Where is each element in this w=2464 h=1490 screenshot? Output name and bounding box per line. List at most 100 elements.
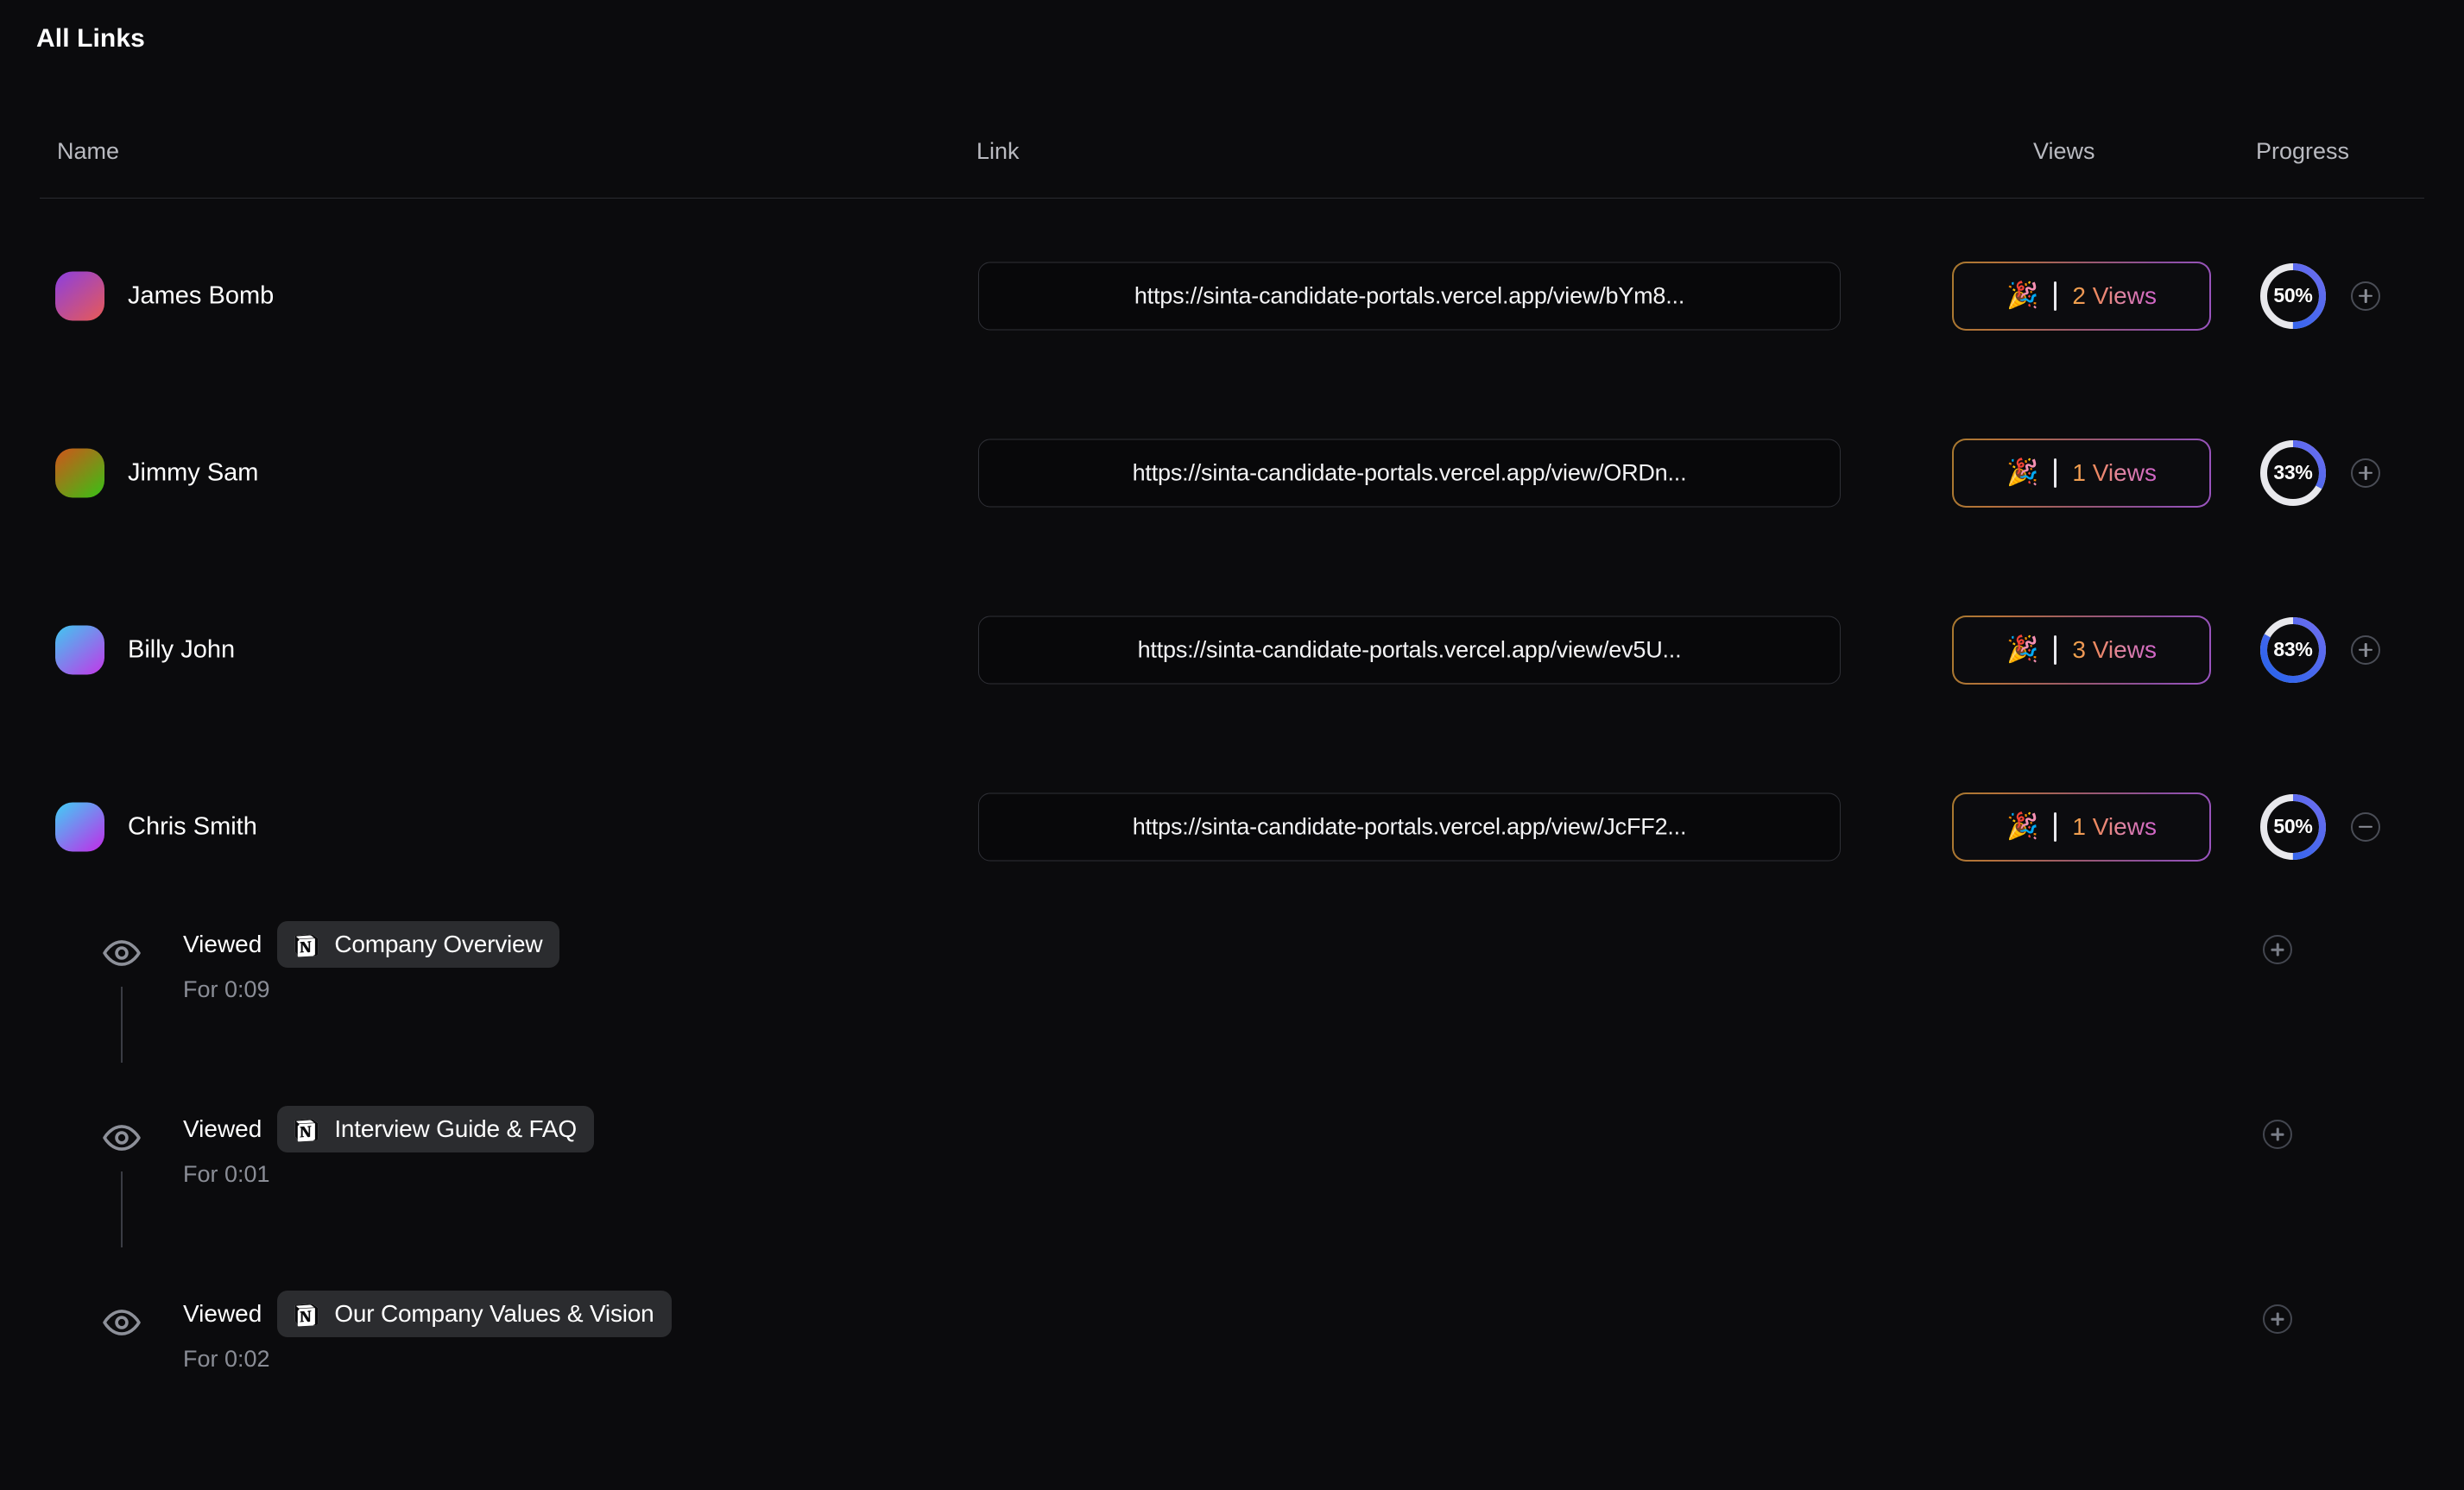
avatar <box>55 271 104 320</box>
table-row: James Bomb https://sinta-candidate-porta… <box>0 207 2464 384</box>
progress-cell: 33% <box>2258 438 2380 508</box>
progress-percent-label: 50% <box>2273 815 2313 837</box>
table-row: Jimmy Sam https://sinta-candidate-portal… <box>0 384 2464 561</box>
views-count-label: 1 Views <box>2072 812 2157 840</box>
views-badge-inner: 🎉 2 Views <box>1954 262 2209 329</box>
progress-ring: 83% <box>2258 615 2328 685</box>
person-name: Chris Smith <box>128 812 257 840</box>
timeline-headline: Viewed Company Overview <box>183 918 560 971</box>
document-title: Our Company Values & Vision <box>334 1300 654 1327</box>
link-url-text: https://sinta-candidate-portals.vercel.a… <box>1132 459 1687 485</box>
timeline-verb: Viewed <box>183 931 262 957</box>
expand-detail-plus-icon[interactable] <box>2263 935 2292 964</box>
expand-detail-plus-icon[interactable] <box>2263 1304 2292 1334</box>
party-popper-icon: 🎉 <box>2006 281 2039 310</box>
activity-timeline: Viewed Company Overview For 0:09 Viewed <box>0 918 2464 1472</box>
collapse-row-minus-icon[interactable] <box>2351 811 2380 842</box>
progress-cell: 83% <box>2258 615 2380 685</box>
timeline-headline: Viewed Our Company Values & Vision <box>183 1287 672 1341</box>
timeline-verb: Viewed <box>183 1115 262 1142</box>
link-field[interactable]: https://sinta-candidate-portals.vercel.a… <box>978 439 1841 507</box>
expand-row-plus-icon[interactable] <box>2351 281 2380 311</box>
badge-divider <box>2054 635 2057 665</box>
link-url-text: https://sinta-candidate-portals.vercel.a… <box>1137 636 1682 662</box>
table-row: Chris Smith https://sinta-candidate-port… <box>0 738 2464 915</box>
timeline-verb: Viewed <box>183 1300 262 1327</box>
progress-cell: 50% <box>2258 261 2380 331</box>
timeline-connector <box>121 1171 123 1247</box>
views-badge[interactable]: 🎉 1 Views <box>1952 438 2211 508</box>
avatar <box>55 802 104 851</box>
badge-divider <box>2054 281 2057 311</box>
party-popper-icon: 🎉 <box>2006 458 2039 487</box>
view-duration: For 0:09 <box>183 976 270 1002</box>
links-table-body: James Bomb https://sinta-candidate-porta… <box>0 207 2464 915</box>
document-title: Company Overview <box>334 931 543 957</box>
person-name: James Bomb <box>128 281 275 309</box>
view-duration: For 0:02 <box>183 1346 270 1372</box>
column-header-link: Link <box>976 138 1020 164</box>
views-count-label: 1 Views <box>2072 458 2157 486</box>
row-name-cell: Chris Smith <box>55 802 257 851</box>
table-header: Name Link Views Progress <box>40 138 2424 199</box>
column-header-views: Views <box>2033 138 2095 164</box>
party-popper-icon: 🎉 <box>2006 635 2039 664</box>
views-badge-inner: 🎉 3 Views <box>1954 616 2209 683</box>
expand-row-plus-icon[interactable] <box>2351 635 2380 665</box>
all-links-page: All Links Name Link Views Progress James… <box>0 0 2464 1490</box>
views-badge[interactable]: 🎉 1 Views <box>1952 792 2211 862</box>
avatar <box>55 625 104 674</box>
table-row: Billy John https://sinta-candidate-porta… <box>0 561 2464 738</box>
row-name-cell: James Bomb <box>55 271 274 320</box>
badge-divider <box>2054 811 2057 842</box>
timeline-headline: Viewed Interview Guide & FAQ <box>183 1102 594 1156</box>
link-field[interactable]: https://sinta-candidate-portals.vercel.a… <box>978 616 1841 684</box>
timeline-item: Viewed Our Company Values & Vision For 0… <box>0 1287 2464 1472</box>
page-title: All Links <box>36 24 145 53</box>
timeline-connector <box>121 987 123 1063</box>
person-name: Billy John <box>128 635 236 663</box>
view-duration: For 0:01 <box>183 1161 270 1187</box>
link-url-text: https://sinta-candidate-portals.vercel.a… <box>1132 813 1687 839</box>
notion-icon <box>293 1115 320 1143</box>
notion-icon <box>293 1300 320 1328</box>
progress-percent-label: 33% <box>2273 461 2313 483</box>
badge-divider <box>2054 458 2057 488</box>
progress-ring: 33% <box>2258 438 2328 508</box>
views-badge-inner: 🎉 1 Views <box>1954 793 2209 860</box>
document-title: Interview Guide & FAQ <box>334 1115 577 1142</box>
expand-detail-plus-icon[interactable] <box>2263 1120 2292 1149</box>
progress-ring: 50% <box>2258 792 2328 862</box>
eye-icon <box>102 1303 142 1342</box>
timeline-item-body: Viewed Our Company Values & Vision For 0… <box>183 1287 672 1373</box>
views-badge[interactable]: 🎉 3 Views <box>1952 615 2211 685</box>
document-pill[interactable]: Company Overview <box>277 921 560 968</box>
progress-ring: 50% <box>2258 261 2328 331</box>
eye-icon <box>102 1118 142 1158</box>
expand-row-plus-icon[interactable] <box>2351 458 2380 488</box>
column-header-name: Name <box>57 138 120 164</box>
person-name: Jimmy Sam <box>128 458 259 486</box>
eye-icon <box>102 933 142 973</box>
views-badge[interactable]: 🎉 2 Views <box>1952 261 2211 331</box>
timeline-item: Viewed Company Overview For 0:09 <box>0 918 2464 1102</box>
timeline-item-body: Viewed Company Overview For 0:09 <box>183 918 560 1003</box>
document-pill[interactable]: Interview Guide & FAQ <box>277 1106 594 1152</box>
timeline-item: Viewed Interview Guide & FAQ For 0:01 <box>0 1102 2464 1287</box>
progress-cell: 50% <box>2258 792 2380 862</box>
views-badge-inner: 🎉 1 Views <box>1954 439 2209 506</box>
views-count-label: 3 Views <box>2072 635 2157 663</box>
link-field[interactable]: https://sinta-candidate-portals.vercel.a… <box>978 792 1841 861</box>
party-popper-icon: 🎉 <box>2006 811 2039 841</box>
views-count-label: 2 Views <box>2072 281 2157 309</box>
document-pill[interactable]: Our Company Values & Vision <box>277 1291 672 1337</box>
notion-icon <box>293 931 320 958</box>
link-field[interactable]: https://sinta-candidate-portals.vercel.a… <box>978 262 1841 330</box>
link-url-text: https://sinta-candidate-portals.vercel.a… <box>1134 282 1685 308</box>
progress-percent-label: 50% <box>2273 284 2313 306</box>
progress-percent-label: 83% <box>2273 638 2313 660</box>
timeline-item-body: Viewed Interview Guide & FAQ For 0:01 <box>183 1102 594 1188</box>
row-name-cell: Billy John <box>55 625 235 674</box>
column-header-progress: Progress <box>2256 138 2350 164</box>
avatar <box>55 448 104 497</box>
